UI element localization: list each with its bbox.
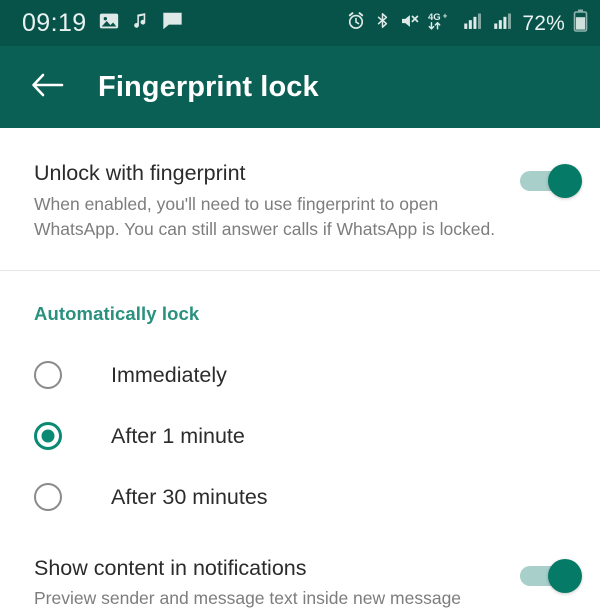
radio-option-after-1-minute[interactable]: After 1 minute	[0, 406, 600, 467]
status-bar: 09:19 4G + 72%	[0, 0, 600, 46]
svg-text:4G: 4G	[428, 12, 441, 23]
radio-circle-immediately[interactable]	[34, 361, 62, 390]
status-bar-left-group: 09:19	[22, 10, 184, 37]
radio-label-after-1-minute: After 1 minute	[111, 423, 245, 448]
mute-speaker-icon	[399, 11, 420, 36]
settings-content: Unlock with fingerprint When enabled, yo…	[0, 128, 600, 609]
toggle-thumb	[548, 558, 582, 593]
radio-option-immediately[interactable]: Immediately	[0, 345, 600, 406]
bluetooth-icon	[374, 10, 391, 36]
chat-bubble-icon	[161, 10, 184, 37]
radio-label-after-30-minutes: After 30 minutes	[111, 484, 268, 509]
page-title: Fingerprint lock	[98, 70, 319, 103]
radio-circle-after-30-minutes[interactable]	[34, 483, 62, 512]
unlock-with-fingerprint-title: Unlock with fingerprint	[34, 161, 246, 185]
automatically-lock-options: Immediately After 1 minute After 30 minu…	[0, 345, 600, 528]
automatically-lock-section-title: Automatically lock	[34, 302, 200, 324]
svg-text:+: +	[443, 11, 448, 20]
unlock-with-fingerprint-toggle[interactable]	[520, 164, 582, 198]
unlock-with-fingerprint-description: When enabled, you'll need to use fingerp…	[34, 193, 496, 239]
show-content-in-notifications-row[interactable]: Show content in notifications Preview se…	[0, 528, 600, 609]
show-content-in-notifications-title: Show content in notifications	[34, 555, 307, 580]
show-content-in-notifications-toggle[interactable]	[520, 558, 582, 593]
unlock-with-fingerprint-text: Unlock with fingerprint When enabled, yo…	[34, 160, 520, 242]
unlock-with-fingerprint-row[interactable]: Unlock with fingerprint When enabled, yo…	[0, 128, 600, 242]
radio-circle-after-1-minute[interactable]	[34, 422, 62, 451]
music-note-icon	[131, 10, 150, 37]
radio-label-immediately: Immediately	[111, 362, 227, 387]
alarm-clock-icon	[346, 11, 366, 36]
back-button[interactable]	[26, 65, 70, 109]
toggle-thumb	[548, 164, 582, 198]
image-icon	[98, 10, 120, 37]
signal-bars-icon-2	[492, 11, 514, 36]
battery-percent-label: 72%	[522, 11, 565, 35]
battery-icon	[573, 9, 588, 38]
radio-option-after-30-minutes[interactable]: After 30 minutes	[0, 467, 600, 528]
status-bar-clock: 09:19	[22, 8, 87, 37]
arrow-left-icon	[31, 70, 65, 105]
signal-bars-icon-1	[462, 11, 484, 36]
show-content-in-notifications-text: Show content in notifications Preview se…	[34, 555, 520, 609]
phone-screen: 09:19 4G + 72% Fingerprint lock Unlock w…	[0, 0, 600, 609]
show-content-in-notifications-description: Preview sender and message text inside n…	[34, 588, 462, 609]
app-bar: Fingerprint lock	[0, 46, 600, 128]
mobile-data-4gplus-icon: 4G +	[428, 10, 454, 37]
status-bar-right-group: 4G + 72%	[346, 9, 588, 38]
